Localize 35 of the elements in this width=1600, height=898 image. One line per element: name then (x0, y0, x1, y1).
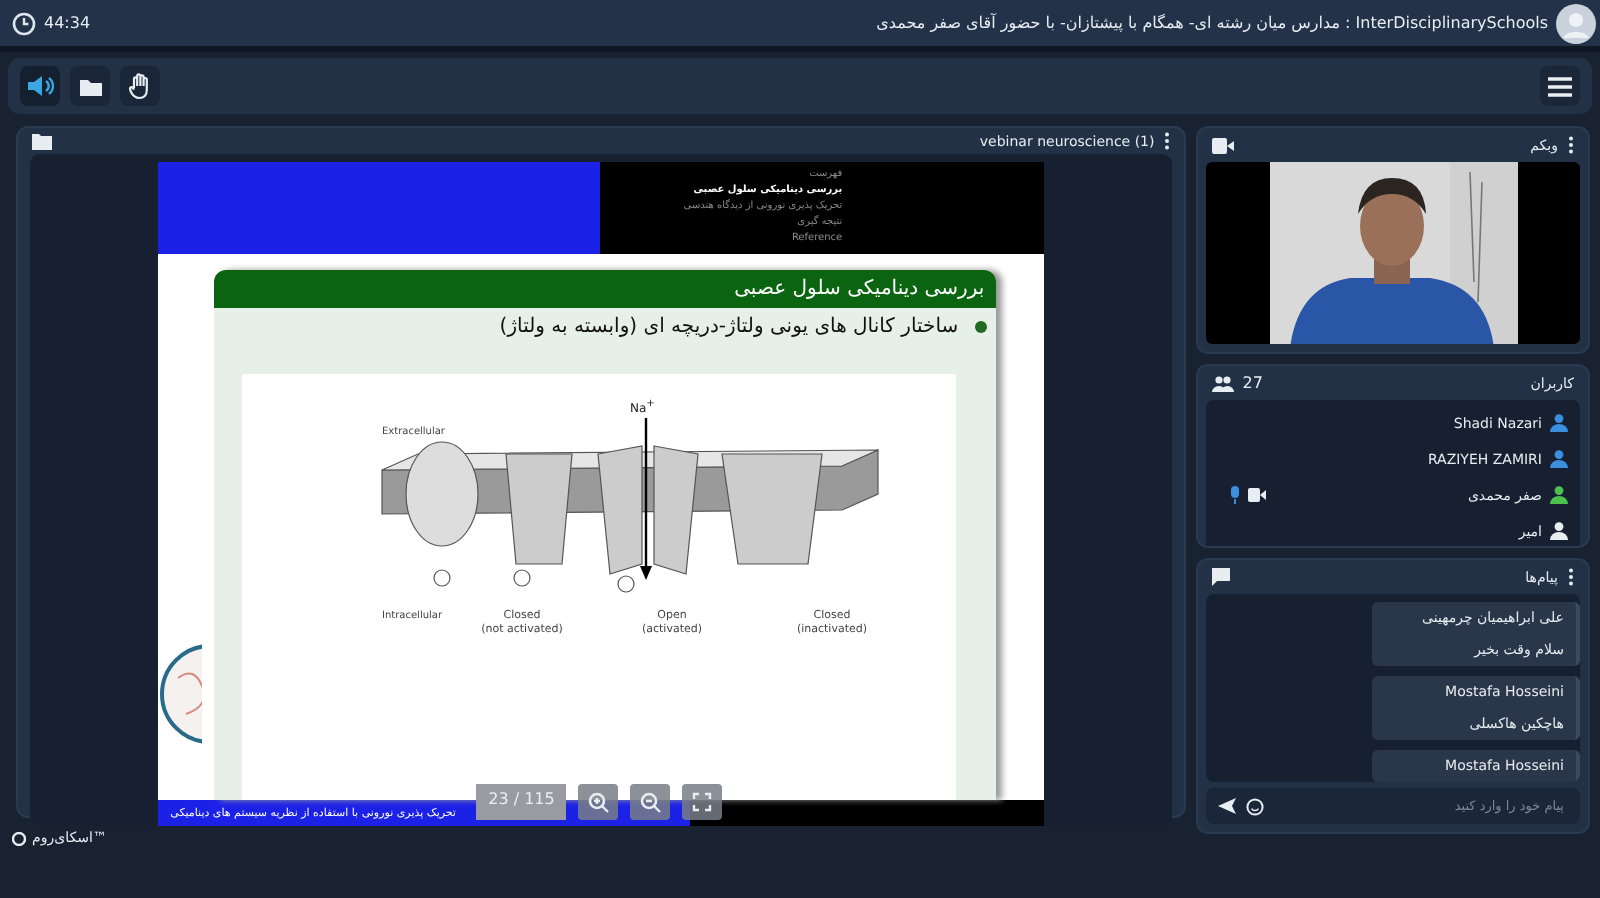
zoom-out-icon (639, 791, 662, 813)
speaker-button[interactable] (20, 66, 60, 106)
logo-icon (12, 831, 26, 845)
slide-heading: بررسی دینامیکی سلول عصبی (734, 278, 985, 300)
zoom-in-icon (587, 791, 610, 813)
camera-icon (1212, 137, 1235, 153)
fullscreen-icon (692, 792, 713, 812)
users-icon (1212, 375, 1235, 391)
timer-text: 44:34 (44, 14, 91, 32)
avatar-icon (1556, 3, 1596, 43)
chat-icon (1212, 568, 1231, 586)
microphone-icon[interactable] (1230, 486, 1241, 504)
more-icon[interactable] (1164, 132, 1171, 150)
hand-button[interactable] (120, 66, 160, 106)
zoom-out-button[interactable] (630, 784, 671, 820)
more-icon[interactable] (1568, 568, 1574, 586)
bullet-icon (974, 320, 989, 334)
send-icon[interactable] (1218, 798, 1237, 814)
folder-icon (32, 132, 52, 150)
session-title: InterDisciplinarySchools : مدارس میان رشته ای- همگام با پیشتازان- با حضور آقای صفر محمدی (876, 14, 1548, 32)
emoji-icon[interactable] (1246, 797, 1265, 815)
hand-icon (127, 72, 153, 100)
user-count: 27 (1242, 374, 1263, 392)
logo-icon (158, 642, 203, 746)
slide-bullet-text: ساختار کانال های یونی ولتاژ-دریچه ای (وابسته به ولتاژ) (499, 316, 959, 338)
fullscreen-button[interactable] (682, 784, 723, 820)
menu-icon (1548, 75, 1572, 97)
page-counter: 23 / 115 (476, 784, 567, 820)
folder-button[interactable] (70, 66, 110, 106)
camera-icon[interactable] (1248, 488, 1267, 502)
speaker-icon (26, 72, 54, 100)
zoom-in-button[interactable] (578, 784, 619, 820)
clock-icon (12, 11, 36, 35)
menu-button[interactable] (1540, 66, 1580, 106)
more-icon[interactable] (1568, 136, 1574, 154)
